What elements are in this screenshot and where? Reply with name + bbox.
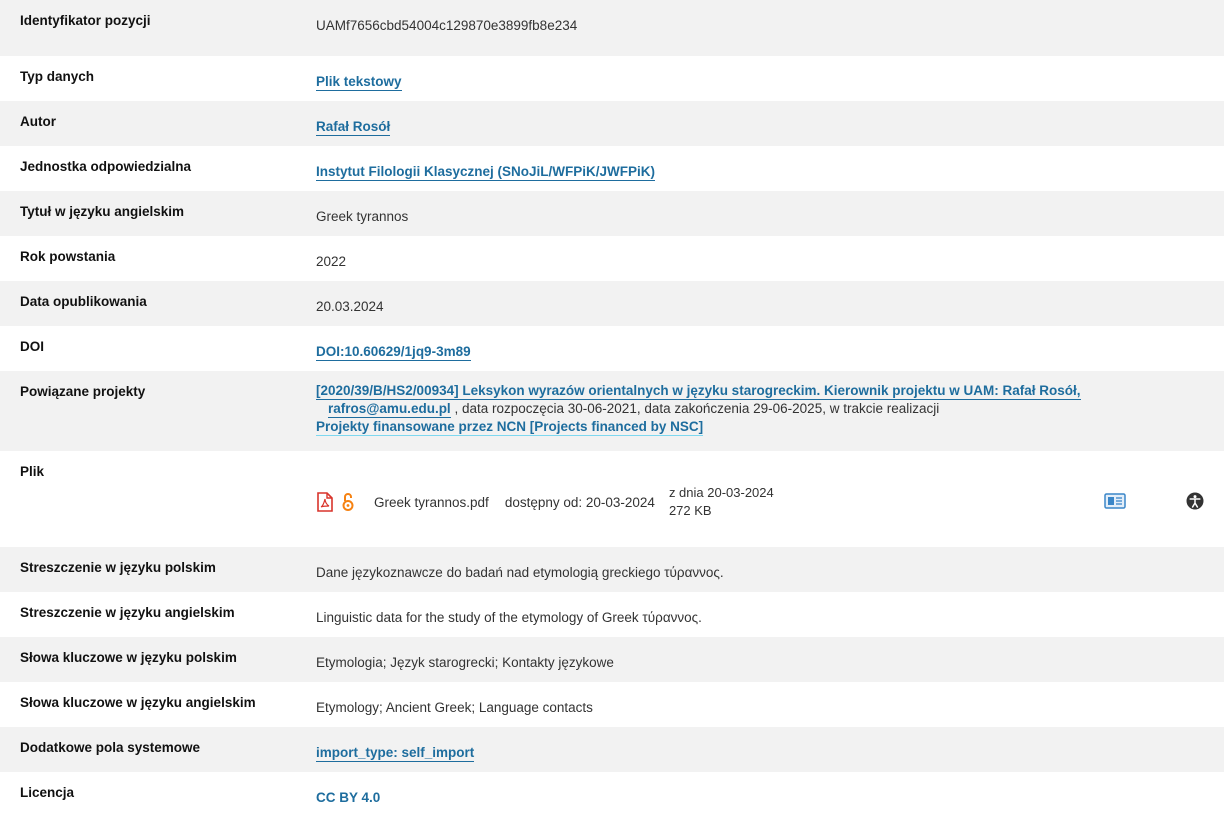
keywords-pl-value: Etymologia; Język starogrecki; Kontakty …: [316, 655, 614, 670]
abstract-pl-value: Dane językoznawcze do badań nad etymolog…: [316, 565, 724, 580]
projects-value: [2020/39/B/HS2/00934] Leksykon wyrazów o…: [298, 371, 1224, 451]
row-label: Data opublikowania: [20, 294, 147, 309]
row-label: Jednostka odpowiedzialna: [20, 159, 192, 174]
open-access-icon: [342, 492, 354, 512]
row-label: Dodatkowe pola systemowe: [20, 740, 201, 755]
row-license: Licencja CC BY 4.0: [0, 772, 1224, 817]
file-entry: Greek tyrannos.pdf dostępny od: 20-03-20…: [316, 484, 1204, 520]
row-label: Plik: [20, 464, 45, 479]
keywords-en-value: Etymology; Ancient Greek; Language conta…: [316, 700, 593, 715]
abstract-en-value: Linguistic data for the study of the ety…: [316, 610, 702, 625]
row-label: Rok powstania: [20, 249, 116, 264]
row-label: Streszczenie w języku polskim: [20, 560, 216, 575]
row-label: Powiązane projekty: [20, 384, 146, 399]
pdf-icon[interactable]: [316, 492, 334, 512]
row-doi: DOI DOI:10.60629/1jq9-3m89: [0, 326, 1224, 371]
row-unit: Jednostka odpowiedzialna Instytut Filolo…: [0, 146, 1224, 191]
system-field-link[interactable]: import_type: self_import: [316, 745, 475, 762]
file-size: 272 KB: [668, 503, 712, 518]
doi-link[interactable]: DOI:10.60629/1jq9-3m89: [316, 344, 471, 361]
data-type-link[interactable]: Plik tekstowy: [316, 74, 402, 91]
file-name: Greek tyrannos.pdf: [374, 494, 489, 510]
unit-link[interactable]: Instytut Filologii Klasycznej (SNoJiL/WF…: [316, 164, 656, 181]
row-label: Słowa kluczowe w języku angielskim: [20, 695, 256, 710]
row-abstract-pl: Streszczenie w języku polskim Dane język…: [0, 547, 1224, 592]
row-system-fields: Dodatkowe pola systemowe import_type: se…: [0, 727, 1224, 772]
author-link[interactable]: Rafał Rosół: [316, 119, 391, 136]
title-en-value: Greek tyrannos: [316, 209, 409, 224]
identifier-value: UAMf7656cbd54004c129870e3899fb8e234: [316, 18, 578, 33]
preview-card-icon[interactable]: [1104, 492, 1126, 512]
license-link[interactable]: CC BY 4.0: [316, 790, 380, 806]
row-file: Plik Greek tyrannos.pdf dostępny od: 20-…: [0, 451, 1224, 547]
row-projects: Powiązane projekty [2020/39/B/HS2/00934]…: [0, 371, 1224, 451]
row-keywords-pl: Słowa kluczowe w języku polskim Etymolog…: [0, 637, 1224, 682]
row-label: Słowa kluczowe w języku polskim: [20, 650, 237, 665]
project-link[interactable]: [2020/39/B/HS2/00934] Leksykon wyrazów o…: [316, 383, 1081, 400]
file-date: z dnia 20-03-2024: [668, 485, 774, 500]
row-keywords-en: Słowa kluczowe w języku angielskim Etymo…: [0, 682, 1224, 727]
row-label: Autor: [20, 114, 56, 129]
row-label: Tytuł w języku angielskim: [20, 204, 185, 219]
row-label: Identyfikator pozycji: [20, 13, 151, 28]
file-meta: z dnia 20-03-2024 272 KB: [669, 484, 774, 520]
row-title-en: Tytuł w języku angielskim Greek tyrannos: [0, 191, 1224, 236]
year-value: 2022: [316, 254, 347, 269]
row-author: Autor Rafał Rosół: [0, 101, 1224, 146]
row-label: Typ danych: [20, 69, 95, 84]
row-data-type: Typ danych Plik tekstowy: [0, 56, 1224, 101]
funding-link[interactable]: Projekty finansowane przez NCN [Projects…: [316, 419, 704, 436]
accessibility-icon[interactable]: [1186, 492, 1204, 513]
row-abstract-en: Streszczenie w języku angielskim Linguis…: [0, 592, 1224, 637]
project-details: , data rozpoczęcia 30-06-2021, data zako…: [454, 401, 940, 416]
row-label: Licencja: [20, 785, 75, 800]
file-available: dostępny od: 20-03-2024: [504, 494, 655, 510]
row-identifier: Identyfikator pozycji UAMf7656cbd54004c1…: [0, 0, 1224, 56]
row-label: DOI: [20, 339, 45, 354]
row-year: Rok powstania 2022: [0, 236, 1224, 281]
project-email-link[interactable]: rafros@amu.edu.pl: [328, 401, 451, 418]
metadata-table: Identyfikator pozycji UAMf7656cbd54004c1…: [0, 0, 1224, 817]
row-published: Data opublikowania 20.03.2024: [0, 281, 1224, 326]
published-value: 20.03.2024: [316, 299, 384, 314]
row-label: Streszczenie w języku angielskim: [20, 605, 235, 620]
